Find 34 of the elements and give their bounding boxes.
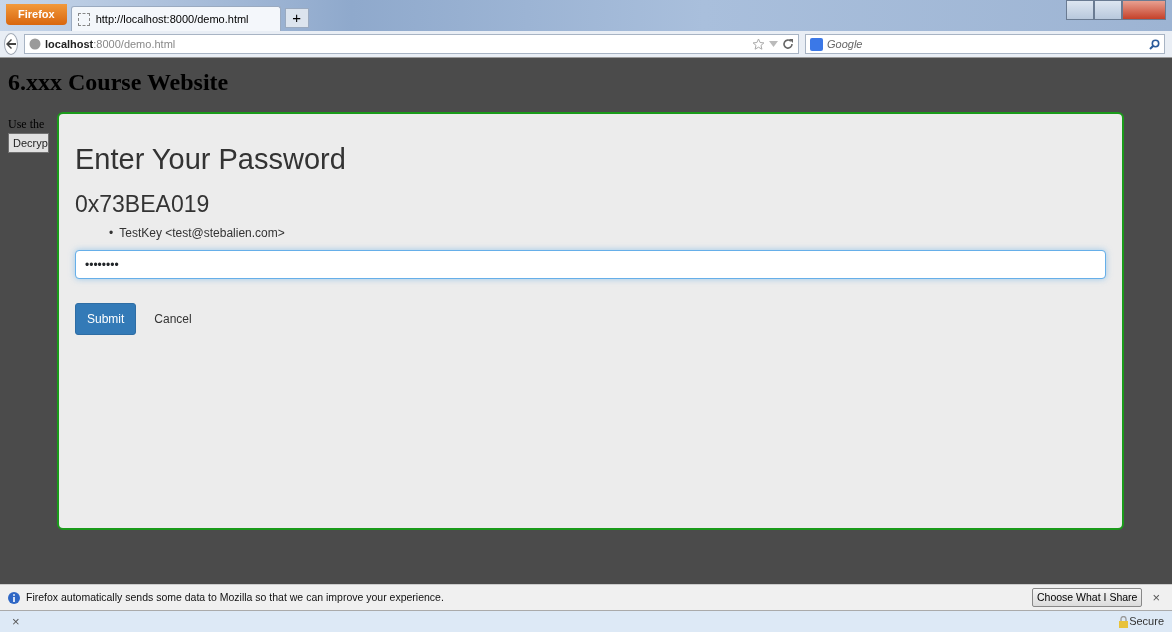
decrypt-button[interactable]: Decryp	[8, 132, 49, 154]
address-text: localhost:8000/demo.html	[45, 36, 176, 52]
bullet: •	[109, 225, 114, 243]
new-tab-button[interactable]: +	[284, 8, 309, 28]
search-box[interactable]: Google	[805, 34, 1165, 54]
search-icon[interactable]	[1149, 38, 1160, 50]
cancel-button[interactable]: Cancel	[142, 303, 204, 336]
page-heading: 6.xxx Course Website	[8, 68, 230, 97]
address-bar[interactable]: localhost:8000/demo.html	[24, 34, 799, 54]
security-status: Secure	[1129, 614, 1164, 630]
search-engine-icon	[810, 37, 823, 51]
close-button[interactable]	[1122, 0, 1166, 20]
submit-button[interactable]: Submit	[75, 303, 137, 336]
reload-icon[interactable]	[782, 38, 794, 50]
password-field[interactable]: ••••••••	[75, 250, 1106, 280]
notification-text: Firefox automatically sends some data to Mozilla so that we can improve your experience.	[26, 589, 444, 605]
browser-tab[interactable]: http://localhost:8000/demo.html	[70, 6, 281, 31]
back-button[interactable]	[4, 33, 18, 55]
modal-title: Enter Your Password	[75, 142, 347, 177]
dropdown-icon[interactable]	[769, 41, 778, 47]
info-icon	[8, 591, 20, 604]
key-id: 0x73BEA019	[75, 190, 211, 219]
maximize-button[interactable]	[1094, 0, 1122, 20]
close-button[interactable]: ×	[8, 611, 24, 632]
tab-title: http://localhost:8000/demo.html	[95, 11, 249, 27]
minimize-button[interactable]	[1066, 0, 1094, 20]
close-button[interactable]: ×	[1148, 587, 1164, 608]
intro-text: Use the	[8, 115, 46, 133]
page-icon	[77, 12, 90, 26]
user-id: TestKey <test@stebalien.com>	[119, 225, 285, 243]
back-arrow-icon	[5, 38, 17, 50]
lock-icon	[1118, 615, 1130, 628]
share-settings-button[interactable]: Choose What I Share	[1032, 587, 1143, 608]
star-icon[interactable]	[752, 37, 765, 51]
